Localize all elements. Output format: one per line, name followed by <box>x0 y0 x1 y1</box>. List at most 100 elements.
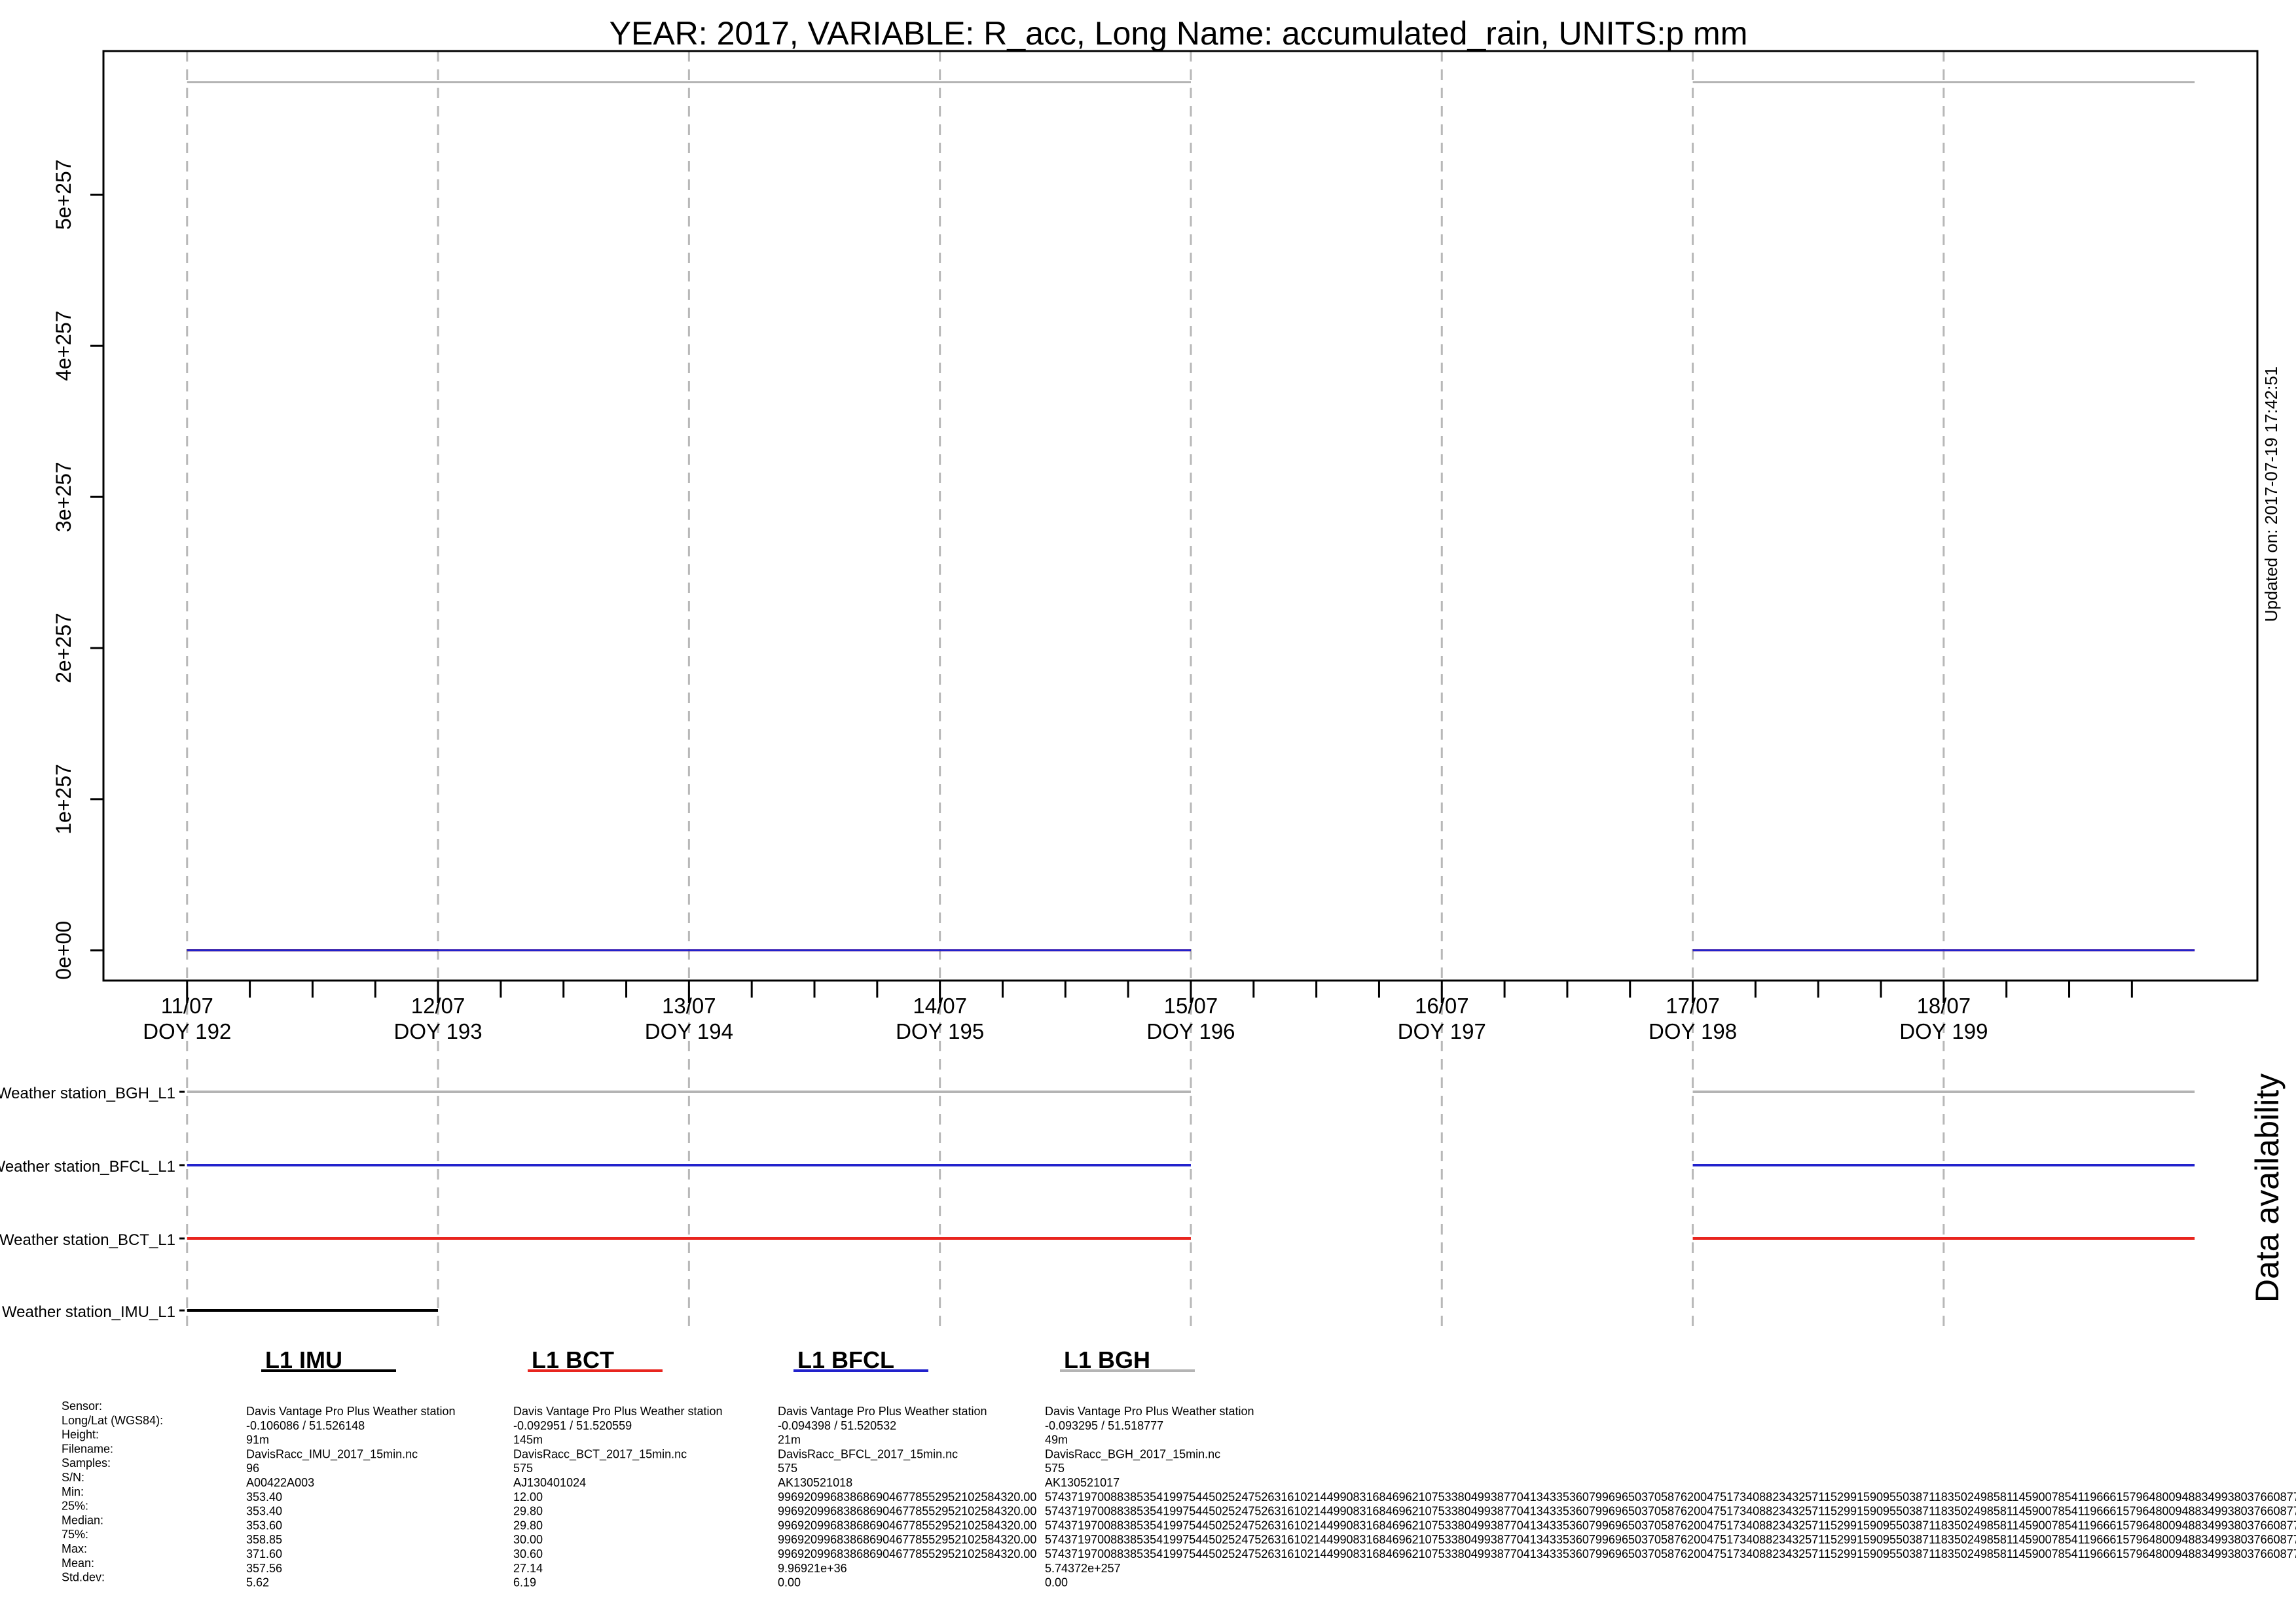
info-row-label: 75%: <box>62 1528 88 1541</box>
info-cell: 353.40 <box>246 1490 282 1504</box>
info-cell: 5.62 <box>246 1576 269 1589</box>
info-row-label: Mean: <box>62 1557 94 1570</box>
x-tick-doy-label: DOY 192 <box>143 1019 231 1043</box>
info-cell: 30.00 <box>513 1533 543 1546</box>
accumulated-rain-figure: YEAR: 2017, VARIABLE: R_acc, Long Name: … <box>0 15 2296 1589</box>
legend: L1 IMU L1 BCT L1 BFCL L1 BGH <box>261 1346 1195 1373</box>
info-cell: 5743719700883853541997544502524752631610… <box>1045 1547 2296 1561</box>
info-cell: -0.093295 / 51.518777 <box>1045 1419 1163 1432</box>
info-cell: 5743719700883853541997544502524752631610… <box>1045 1505 2296 1518</box>
info-cell: DavisRacc_BFCL_2017_15min.nc <box>778 1447 958 1461</box>
x-tick-date-label: 16/07 <box>1415 994 1469 1018</box>
info-cell: 9969209968386869046778552952102584320.00 <box>778 1533 1036 1546</box>
legend-label: L1 IMU <box>265 1346 342 1373</box>
availability-row-label: Davis Weather station_IMU_L1 <box>0 1303 175 1321</box>
x-tick-doy-label: DOY 195 <box>896 1019 984 1043</box>
info-cell: 29.80 <box>513 1505 543 1518</box>
x-tick-date-label: 13/07 <box>662 994 716 1018</box>
x-tick-doy-label: DOY 199 <box>1899 1019 1988 1043</box>
x-tick-date-label: 15/07 <box>1164 994 1218 1018</box>
info-cell: DavisRacc_BCT_2017_15min.nc <box>513 1447 687 1461</box>
info-cell: AK130521018 <box>778 1476 852 1489</box>
info-cell: 575 <box>1045 1462 1065 1475</box>
info-cell: 5.74372e+257 <box>1045 1562 1121 1575</box>
info-cell: DavisRacc_BGH_2017_15min.nc <box>1045 1447 1220 1461</box>
info-row-label: Min: <box>62 1485 84 1498</box>
info-cell: 9.96921e+36 <box>778 1562 847 1575</box>
info-row-label: Sensor: <box>62 1399 102 1413</box>
info-cell: 21m <box>778 1434 801 1447</box>
chart-title: YEAR: 2017, VARIABLE: R_acc, Long Name: … <box>610 15 1748 52</box>
info-cell: 96 <box>246 1462 259 1475</box>
info-cell: 575 <box>778 1462 797 1475</box>
y-tick-label: 4e+257 <box>52 310 75 381</box>
info-cell: 353.60 <box>246 1519 282 1532</box>
info-cell: Davis Vantage Pro Plus Weather station <box>1045 1405 1254 1418</box>
info-cell: -0.106086 / 51.526148 <box>246 1419 365 1432</box>
y-tick-label: 3e+257 <box>52 461 75 532</box>
info-cell: Davis Vantage Pro Plus Weather station <box>778 1405 987 1418</box>
info-cell: 9969209968386869046778552952102584320.00 <box>778 1505 1036 1518</box>
info-cell: 9969209968386869046778552952102584320.00 <box>778 1519 1036 1532</box>
info-cell: 371.60 <box>246 1547 282 1561</box>
x-tick-doy-label: DOY 194 <box>645 1019 733 1043</box>
info-cell: Davis Vantage Pro Plus Weather station <box>246 1405 456 1418</box>
info-cell: AJ130401024 <box>513 1476 586 1489</box>
availability-row-label: Davis Weather station_BFCL_L1 <box>0 1158 175 1176</box>
info-cell: 9969209968386869046778552952102584320.00 <box>778 1547 1036 1561</box>
info-cell: 12.00 <box>513 1490 543 1504</box>
info-cell: 358.85 <box>246 1533 282 1546</box>
info-cell: 30.60 <box>513 1547 543 1561</box>
y-tick-label: 1e+257 <box>52 764 75 835</box>
x-tick-date-label: 14/07 <box>913 994 967 1018</box>
x-tick-date-label: 17/07 <box>1666 994 1720 1018</box>
x-tick-doy-label: DOY 196 <box>1146 1019 1235 1043</box>
info-cell: 9969209968386869046778552952102584320.00 <box>778 1490 1036 1504</box>
y-tick-label: 2e+257 <box>52 613 75 683</box>
info-cell: -0.092951 / 51.520559 <box>513 1419 632 1432</box>
info-cell: 91m <box>246 1434 269 1447</box>
x-tick-date-label: 12/07 <box>411 994 465 1018</box>
info-cell: 357.56 <box>246 1562 282 1575</box>
info-cell: 575 <box>513 1462 533 1475</box>
info-cell: 49m <box>1045 1434 1068 1447</box>
data-availability-title: Data availability <box>2249 1074 2286 1303</box>
info-cell: 5743719700883853541997544502524752631610… <box>1045 1490 2296 1504</box>
info-table: Sensor:Long/Lat (WGS84):Height:Filename:… <box>62 1399 2296 1589</box>
y-tick-label: 0e+00 <box>52 921 75 980</box>
x-tick-doy-label: DOY 197 <box>1398 1019 1486 1043</box>
info-row-label: S/N: <box>62 1471 84 1484</box>
legend-label: L1 BFCL <box>797 1346 894 1373</box>
info-cell: AK130521017 <box>1045 1476 1120 1489</box>
availability-plot: Davis Weather station_BGH_L1 Davis Weathe… <box>0 1085 2195 1321</box>
info-row-label: 25%: <box>62 1500 88 1513</box>
x-tick-date-label: 11/07 <box>161 994 213 1018</box>
info-cell: 27.14 <box>513 1562 543 1575</box>
info-cell: A00422A003 <box>246 1476 314 1489</box>
info-row-label: Std.dev: <box>62 1571 105 1584</box>
updated-on-label: Updated on: 2017-07-19 17:42:51 <box>2261 367 2281 622</box>
info-cell: 6.19 <box>513 1576 536 1589</box>
availability-row-label: Davis Weather station_BGH_L1 <box>0 1085 175 1102</box>
info-cell: 0.00 <box>778 1576 801 1589</box>
x-tick-date-label: 18/07 <box>1917 994 1971 1018</box>
main-plot: 0e+00 1e+257 2e+257 3e+257 4e+257 5e+257 11/07… <box>52 50 2259 1329</box>
x-tick-doy-label: DOY 193 <box>393 1019 482 1043</box>
x-tick-doy-label: DOY 198 <box>1649 1019 1737 1043</box>
info-cell: 0.00 <box>1045 1576 1068 1589</box>
info-cell: 353.40 <box>246 1505 282 1518</box>
y-tick-label: 5e+257 <box>52 160 75 230</box>
info-cell: 145m <box>513 1434 543 1447</box>
info-cell: 5743719700883853541997544502524752631610… <box>1045 1519 2296 1532</box>
info-cell: 29.80 <box>513 1519 543 1532</box>
info-cell: DavisRacc_IMU_2017_15min.nc <box>246 1447 418 1461</box>
info-cell: Davis Vantage Pro Plus Weather station <box>513 1405 723 1418</box>
availability-row-label: Davis Weather station_BCT_L1 <box>0 1231 175 1249</box>
info-cell: -0.094398 / 51.520532 <box>778 1419 896 1432</box>
info-row-label: Samples: <box>62 1456 111 1470</box>
info-row-label: Filename: <box>62 1442 113 1455</box>
info-row-label: Long/Lat (WGS84): <box>62 1414 163 1427</box>
info-cell: 5743719700883853541997544502524752631610… <box>1045 1533 2296 1546</box>
info-row-label: Max: <box>62 1542 87 1555</box>
info-row-label: Median: <box>62 1513 103 1526</box>
